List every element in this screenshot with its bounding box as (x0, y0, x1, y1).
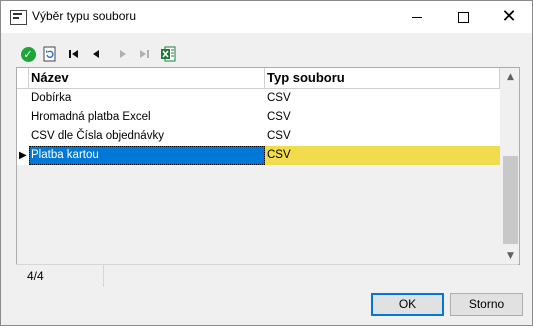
cell-type: CSV (267, 130, 291, 142)
table-row[interactable]: CSV dle Čísla objednávky CSV (17, 127, 500, 146)
current-row-indicator-icon: ▶ (17, 146, 29, 165)
cell-type: CSV (267, 92, 291, 104)
last-record-button[interactable] (135, 45, 153, 63)
cell-name: Dobírka (31, 92, 72, 104)
column-header-type[interactable]: Typ souboru (265, 68, 500, 88)
excel-export-icon (161, 46, 176, 62)
confirm-icon: ✓ (20, 46, 36, 62)
minimize-button[interactable] (394, 1, 440, 33)
record-count: 4/4 (16, 265, 104, 287)
maximize-button[interactable] (440, 1, 486, 33)
confirm-button[interactable]: ✓ (19, 45, 37, 63)
first-record-icon (69, 50, 78, 58)
window-title: Výběr typu souboru (32, 9, 137, 23)
table-row[interactable]: Hromadná platba Excel CSV (17, 108, 500, 127)
grid-header: Název Typ souboru (17, 68, 500, 89)
file-type-grid: Název Typ souboru Dobírka CSV Hromadná p… (16, 67, 520, 265)
scroll-down-icon[interactable]: ▼ (502, 247, 519, 264)
status-bar: 4/4 (16, 264, 518, 287)
refresh-button[interactable] (41, 45, 59, 63)
column-header-name[interactable]: Název (29, 68, 265, 88)
maximize-icon (457, 11, 469, 23)
first-record-button[interactable] (65, 45, 83, 63)
cell-type: CSV (267, 111, 291, 123)
next-record-button[interactable] (114, 45, 132, 63)
cell-name-selected: Platba kartou (29, 146, 265, 165)
refresh-icon (43, 46, 56, 62)
previous-record-icon (93, 50, 99, 58)
close-button[interactable]: ✕ (486, 1, 532, 33)
scroll-up-icon[interactable]: ▲ (502, 68, 519, 85)
table-row-selected[interactable]: ▶ Platba kartou CSV (17, 146, 500, 165)
ok-button[interactable]: OK (371, 293, 444, 316)
title-bar: Výběr typu souboru ✕ (1, 1, 532, 33)
dialog-window: Výběr typu souboru ✕ ✓ Název Typ souboru… (0, 0, 533, 326)
app-icon (10, 10, 27, 25)
minimize-icon (412, 16, 422, 18)
close-icon: ✕ (501, 6, 517, 27)
toolbar: ✓ (16, 43, 520, 65)
next-record-icon (120, 50, 126, 58)
table-row[interactable]: Dobírka CSV (17, 89, 500, 108)
cell-name: CSV dle Čísla objednávky (31, 130, 164, 142)
cell-name: Hromadná platba Excel (31, 111, 151, 123)
row-indicator-header (17, 68, 29, 88)
scroll-thumb[interactable] (503, 156, 518, 244)
last-record-icon (140, 50, 149, 58)
previous-record-button[interactable] (87, 45, 105, 63)
cancel-button[interactable]: Storno (450, 293, 523, 316)
cell-type-selected: CSV (265, 146, 500, 165)
excel-export-button[interactable] (159, 45, 177, 63)
vertical-scrollbar[interactable]: ▲ ▼ (502, 68, 519, 264)
